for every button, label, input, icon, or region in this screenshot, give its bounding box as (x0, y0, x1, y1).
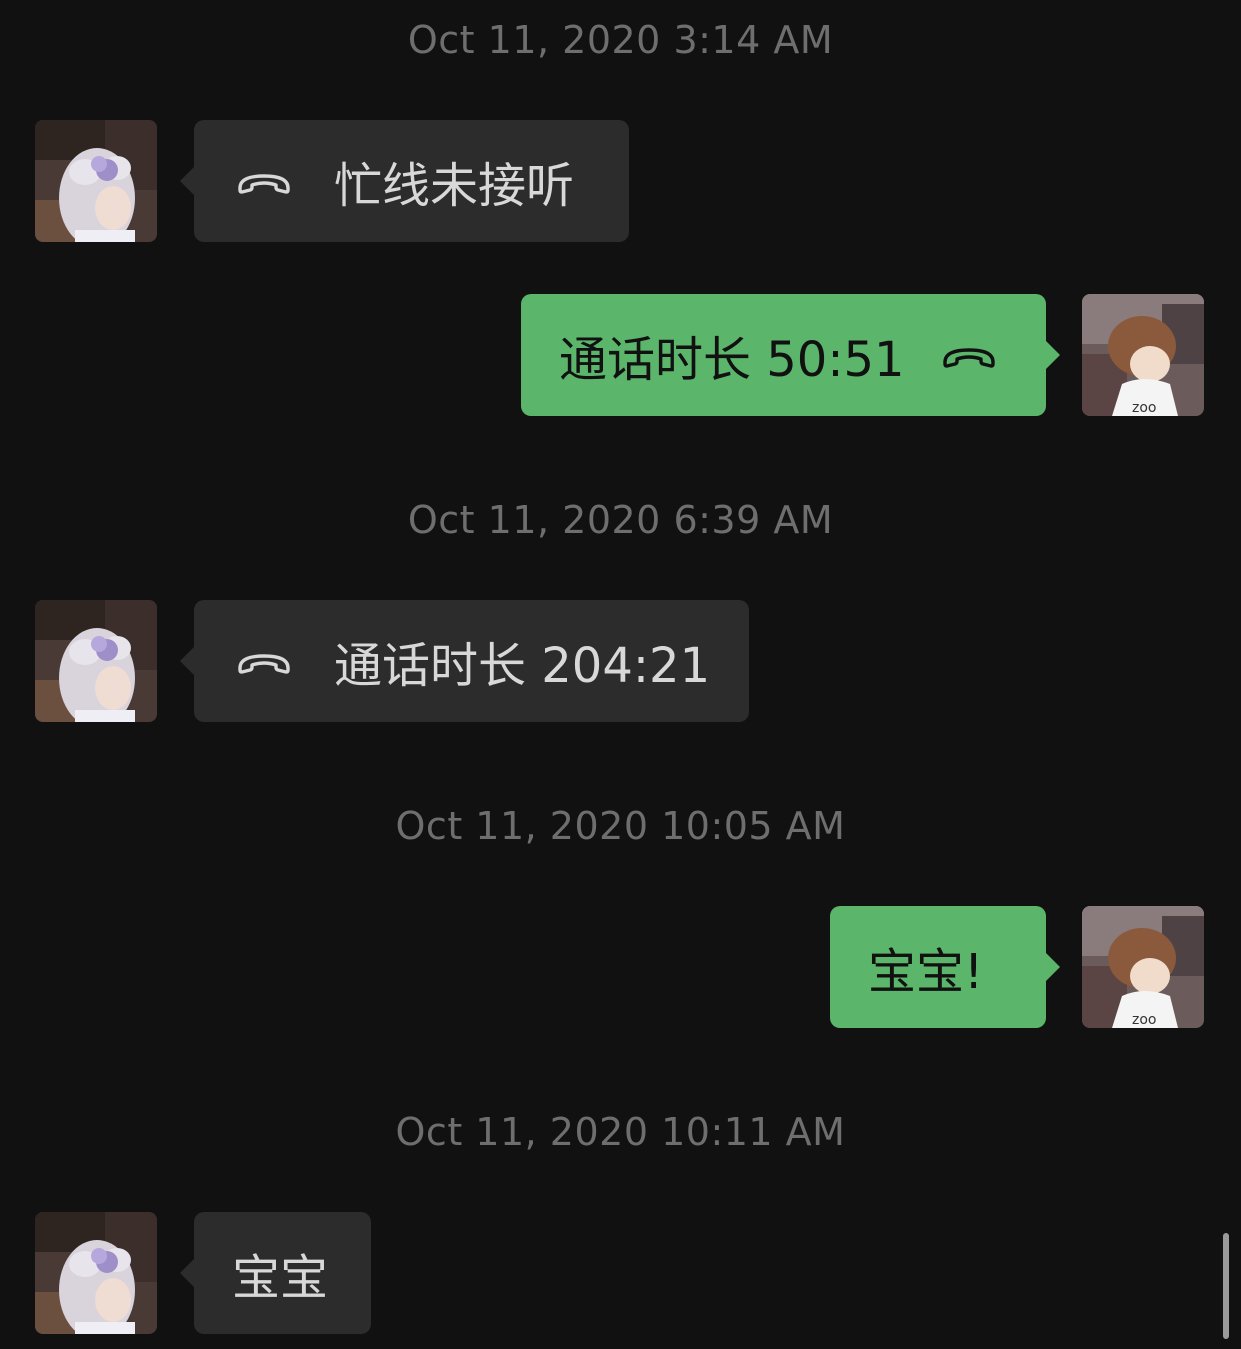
message-text: 忙线未接听 (334, 158, 575, 214)
phone-hangup-icon (234, 646, 294, 676)
scrollbar[interactable] (1223, 1233, 1229, 1339)
self-avatar[interactable] (1082, 906, 1204, 1028)
incoming-call-bubble[interactable]: 忙线未接听 (180, 120, 629, 242)
outgoing-call-bubble[interactable]: 通话时长 50:51 (521, 294, 1060, 416)
timestamp: Oct 11, 2020 10:11 AM (395, 1110, 846, 1154)
message-text: 通话时长 50:51 (559, 332, 905, 388)
contact-avatar[interactable] (35, 600, 157, 722)
incoming-call-bubble[interactable]: 通话时长 204:21 (180, 600, 749, 722)
contact-avatar[interactable] (35, 1212, 157, 1334)
outgoing-text-bubble[interactable]: 宝宝! (830, 906, 1060, 1028)
timestamp: Oct 11, 2020 3:14 AM (407, 18, 834, 62)
phone-hangup-icon (939, 340, 999, 370)
phone-hangup-icon (234, 166, 294, 196)
self-avatar[interactable] (1082, 294, 1204, 416)
message-text: 宝宝! (868, 944, 984, 1000)
contact-avatar[interactable] (35, 120, 157, 242)
timestamp: Oct 11, 2020 10:05 AM (395, 804, 846, 848)
incoming-text-bubble[interactable]: 宝宝 (180, 1212, 371, 1334)
message-text: 通话时长 204:21 (334, 638, 711, 694)
timestamp: Oct 11, 2020 6:39 AM (407, 498, 834, 542)
message-text: 宝宝 (232, 1250, 329, 1306)
